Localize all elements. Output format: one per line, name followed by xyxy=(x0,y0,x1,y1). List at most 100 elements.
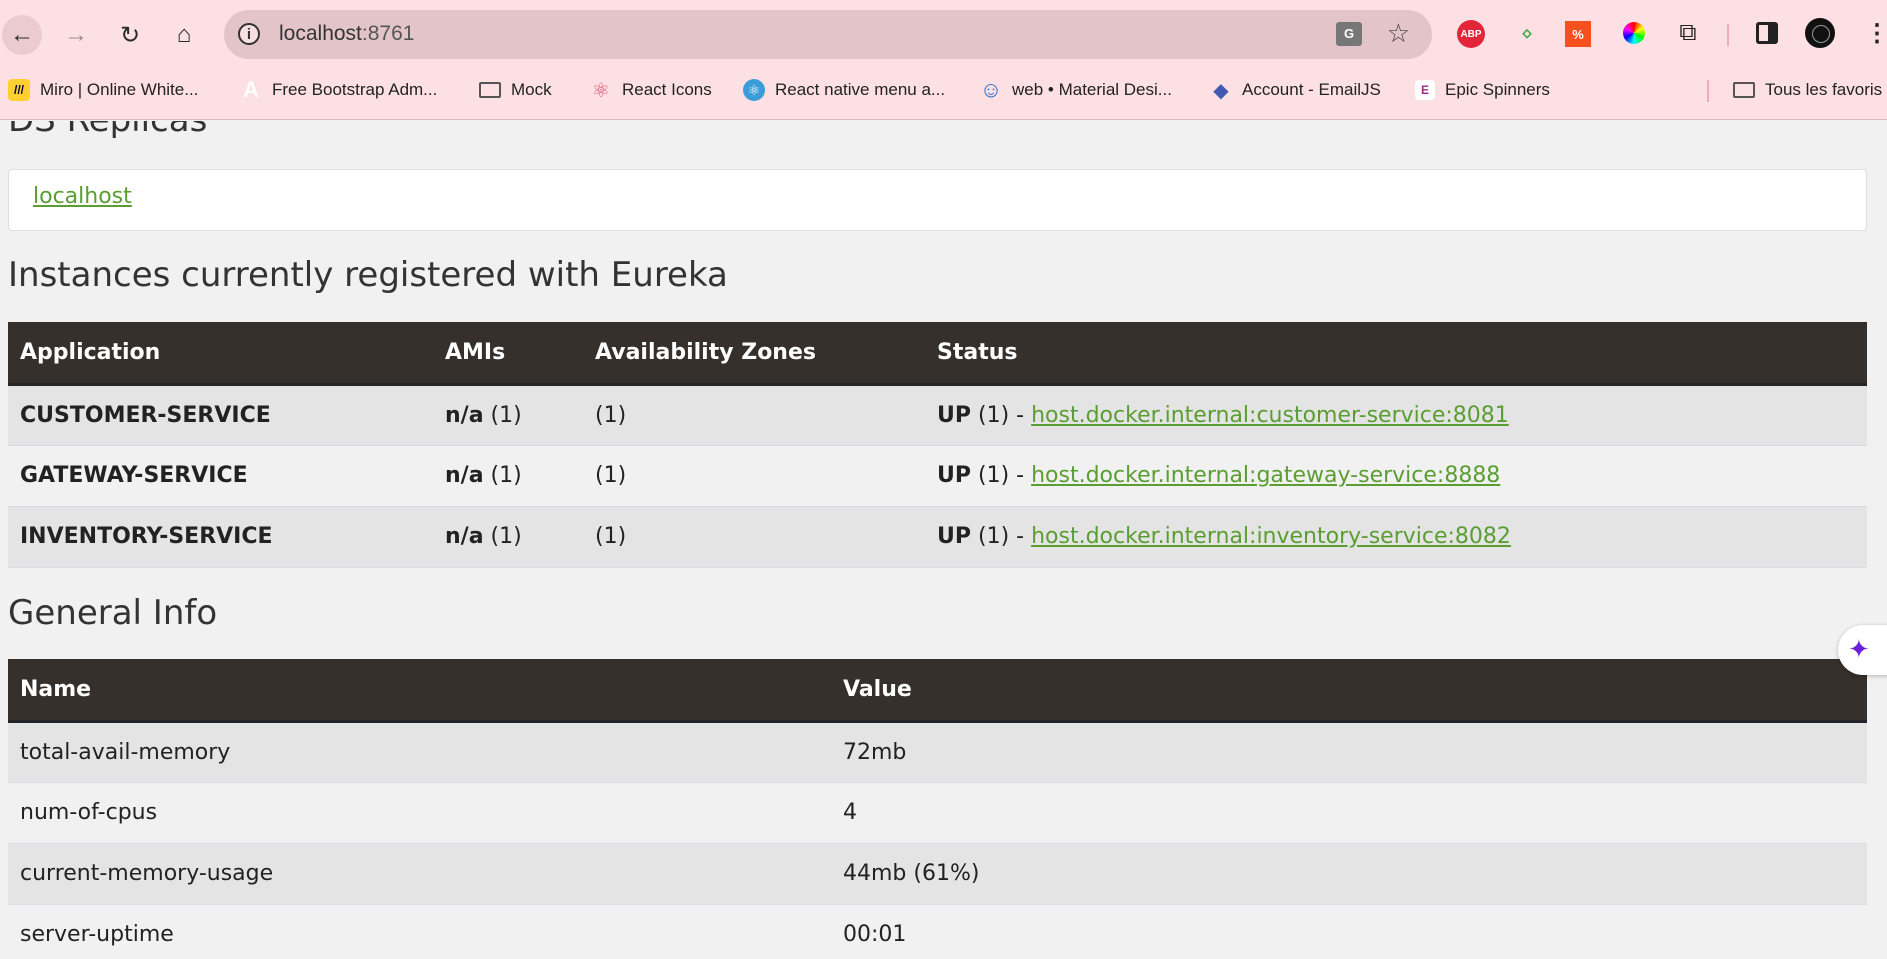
star-icon[interactable]: ☆ xyxy=(1387,18,1410,49)
bookmarks-divider xyxy=(1707,80,1709,102)
arrows-extension-icon[interactable]: ⋄ xyxy=(1512,18,1542,48)
url-text[interactable]: localhost:8761 xyxy=(279,22,414,46)
adminlte-icon: A xyxy=(243,77,259,102)
all-bookmarks-folder[interactable]: Tous les favoris xyxy=(1733,76,1882,104)
bookmark-label: Free Bootstrap Adm... xyxy=(272,80,438,99)
folder-icon xyxy=(479,82,501,98)
status-label: UP xyxy=(937,524,971,549)
forward-button[interactable]: → xyxy=(56,15,96,55)
bookmark-material-design[interactable]: ☺ web • Material Desi... xyxy=(980,76,1172,104)
table-row: total-avail-memory 72mb xyxy=(8,721,1867,782)
side-panel-icon xyxy=(1756,22,1778,44)
bookmark-free-bootstrap[interactable]: A Free Bootstrap Adm... xyxy=(240,76,437,104)
ai-assistant-button[interactable]: ✦ xyxy=(1838,625,1887,675)
instances-heading: Instances currently registered with Eure… xyxy=(8,255,728,295)
general-info-table: Name Value total-avail-memory 72mb num-o… xyxy=(8,659,1867,959)
instance-link[interactable]: host.docker.internal:customer-service:80… xyxy=(1031,403,1509,428)
status-count: (1) - xyxy=(978,524,1025,549)
miro-icon: /// xyxy=(8,79,30,101)
more-vert-icon[interactable]: ⋮ xyxy=(1862,18,1887,48)
color-wheel-icon xyxy=(1623,22,1645,44)
side-panel-button[interactable] xyxy=(1752,18,1782,48)
translate-icon[interactable]: G xyxy=(1336,22,1362,46)
home-button[interactable]: ⌂ xyxy=(164,15,204,55)
ami-label: n/a xyxy=(445,524,484,549)
orange-extension-icon[interactable]: % xyxy=(1565,21,1591,47)
smiley-icon: ☺ xyxy=(979,77,1003,102)
info-value: 4 xyxy=(843,800,857,825)
address-bar[interactable]: i localhost:8761 G ☆ xyxy=(224,10,1432,59)
color-picker-extension-icon[interactable] xyxy=(1619,18,1649,48)
zones-cell: (1) xyxy=(595,463,627,488)
extensions-puzzle-icon[interactable]: ⧉ xyxy=(1673,18,1703,48)
ami-count: (1) xyxy=(490,402,522,428)
arrow-right-icon: → xyxy=(64,21,88,48)
bookmark-react-icons[interactable]: ⚛ React Icons xyxy=(590,76,712,104)
amis-cell: n/a (1) xyxy=(433,384,583,445)
bookmark-label: Epic Spinners xyxy=(1445,80,1550,99)
column-header: Status xyxy=(937,339,1018,365)
bookmark-emailjs[interactable]: ◆ Account - EmailJS xyxy=(1210,76,1381,104)
bookmark-label: web • Material Desi... xyxy=(1012,80,1172,99)
column-header: Value xyxy=(843,676,912,702)
bookmark-epic-spinners[interactable]: E Epic Spinners xyxy=(1415,76,1550,104)
info-name: total-avail-memory xyxy=(20,739,231,765)
table-header-row: Name Value xyxy=(8,659,1867,721)
eureka-dashboard: DS Replicas localhost Instances currentl… xyxy=(0,121,1887,959)
instance-link[interactable]: host.docker.internal:gateway-service:888… xyxy=(1031,463,1500,488)
profile-button[interactable] xyxy=(1805,18,1835,48)
reload-button[interactable]: ↻ xyxy=(110,15,150,55)
react-icon: ⚛ xyxy=(592,79,610,102)
table-header-row: Application AMIs Availability Zones Stat… xyxy=(8,322,1867,384)
general-info-heading: General Info xyxy=(8,593,218,633)
amis-cell: n/a (1) xyxy=(433,506,583,567)
bookmarks-bar: /// Miro | Online White... A Free Bootst… xyxy=(0,72,1887,108)
application-name: CUSTOMER-SERVICE xyxy=(20,402,271,428)
bookmark-label: React native menu a... xyxy=(775,80,946,99)
replica-link[interactable]: localhost xyxy=(33,184,132,209)
home-icon: ⌂ xyxy=(176,21,192,48)
status-count: (1) - xyxy=(978,402,1025,428)
ami-count: (1) xyxy=(490,524,522,549)
info-name: server-uptime xyxy=(20,922,174,947)
ami-label: n/a xyxy=(445,463,484,488)
status-label: UP xyxy=(937,402,971,428)
ds-replicas-heading: DS Replicas xyxy=(8,121,207,140)
column-header: Availability Zones xyxy=(595,339,816,365)
bookmark-folder-mock[interactable]: Mock xyxy=(479,76,552,104)
instance-link[interactable]: host.docker.internal:inventory-service:8… xyxy=(1031,524,1511,549)
amis-cell: n/a (1) xyxy=(433,445,583,506)
back-button[interactable]: ← xyxy=(2,15,42,55)
folder-icon xyxy=(1733,82,1755,98)
ds-replicas-list: localhost xyxy=(8,169,1867,231)
application-name: GATEWAY-SERVICE xyxy=(20,463,248,488)
application-name: INVENTORY-SERVICE xyxy=(20,524,273,549)
bookmark-label: Account - EmailJS xyxy=(1242,80,1381,99)
status-label: UP xyxy=(937,463,971,488)
status-cell: UP (1) - host.docker.internal:customer-s… xyxy=(925,384,1867,445)
info-name: num-of-cpus xyxy=(20,800,158,825)
browser-toolbar: ← → ↻ ⌂ i localhost:8761 G ☆ ABP ⋄ % ⧉ ⋮ xyxy=(0,0,1887,68)
bookmark-label: React Icons xyxy=(622,80,712,99)
adblock-plus-icon[interactable]: ABP xyxy=(1457,20,1485,48)
bookmark-miro[interactable]: /// Miro | Online White... xyxy=(8,76,198,104)
react-native-icon: ⚛ xyxy=(743,79,765,101)
info-icon[interactable]: i xyxy=(238,23,260,45)
abp-label: ABP xyxy=(1460,28,1482,40)
zones-cell: (1) xyxy=(595,524,627,549)
status-cell: UP (1) - host.docker.internal:inventory-… xyxy=(925,506,1867,567)
emailjs-icon: ◆ xyxy=(1213,79,1229,102)
column-header: Name xyxy=(20,676,92,702)
table-row: server-uptime 00:01 xyxy=(8,904,1867,959)
info-value: 44mb (61%) xyxy=(843,861,980,886)
status-count: (1) - xyxy=(978,463,1025,488)
bookmark-label: Miro | Online White... xyxy=(40,80,199,99)
bookmark-react-native-menu[interactable]: ⚛ React native menu a... xyxy=(743,76,945,104)
avatar-icon xyxy=(1805,18,1835,48)
table-row: num-of-cpus 4 xyxy=(8,782,1867,843)
column-header: Application xyxy=(20,339,161,365)
instances-table: Application AMIs Availability Zones Stat… xyxy=(8,322,1867,568)
ami-label: n/a xyxy=(445,402,484,428)
url-host: localhost xyxy=(279,22,362,45)
table-row: GATEWAY-SERVICE n/a (1) (1) UP (1) - hos… xyxy=(8,445,1867,506)
